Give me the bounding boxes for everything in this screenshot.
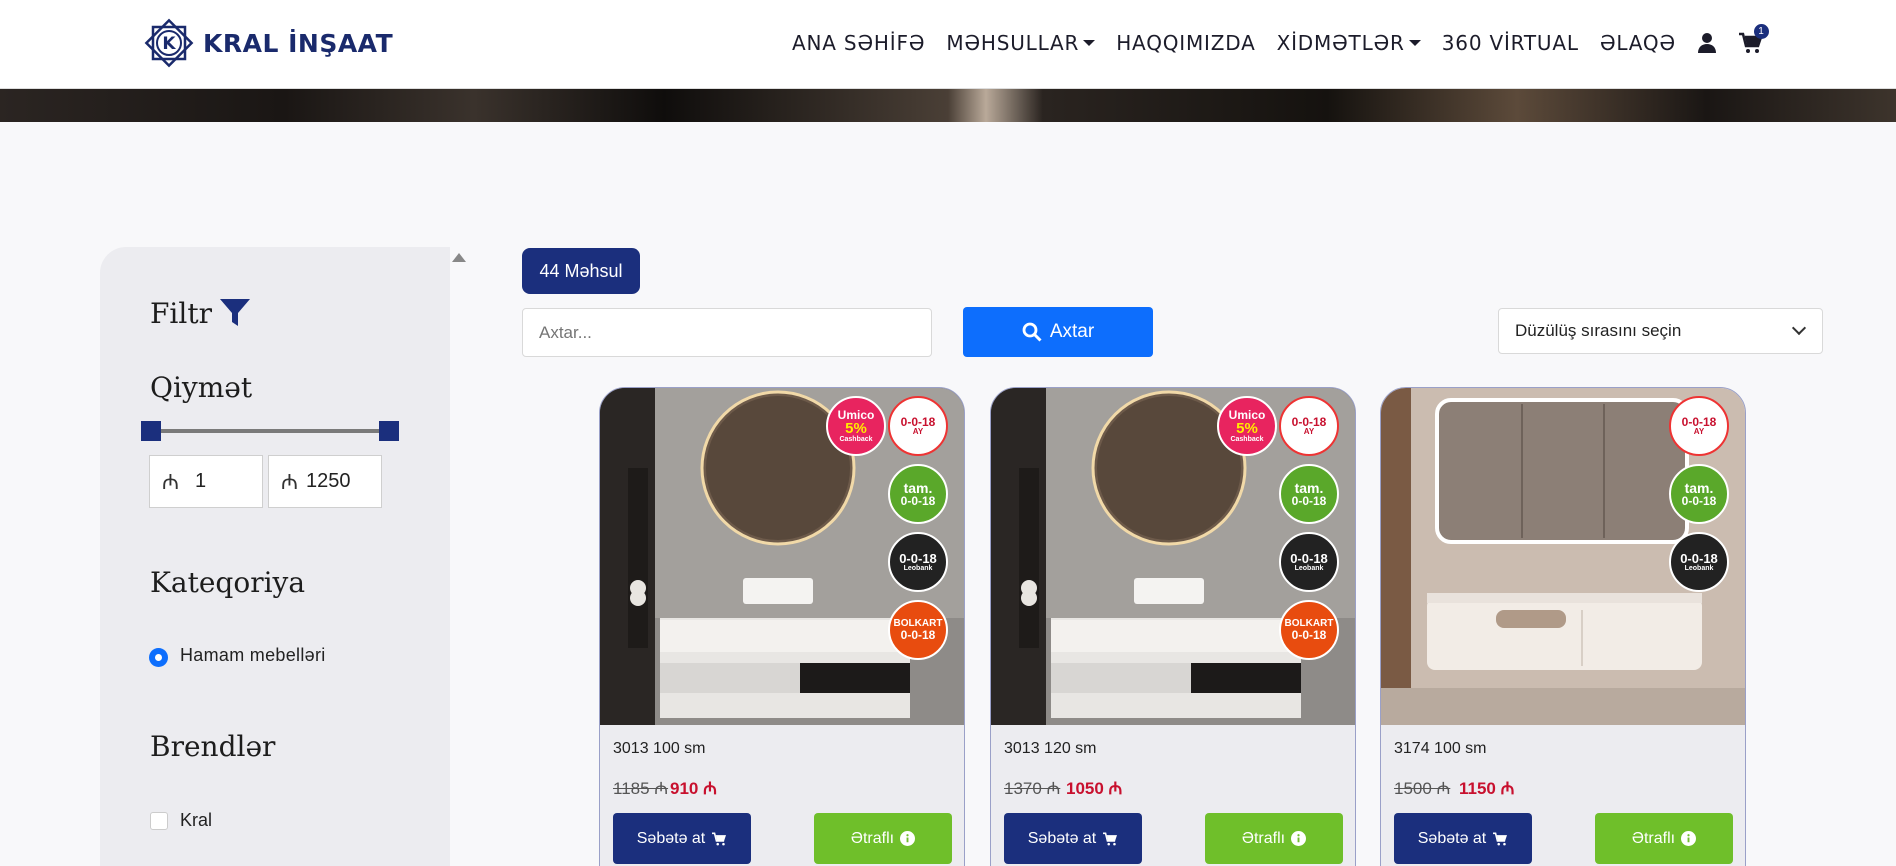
filter-sidebar (100, 247, 450, 866)
price-min-input[interactable]: ₼ 1 (149, 455, 263, 508)
cart-count-badge: 1 (1753, 24, 1769, 39)
bolkart-installment-badge: BOLKART 0-0-18 (888, 600, 948, 660)
nav-services[interactable]: XİDMƏTLƏR (1277, 31, 1421, 55)
add-to-cart-button[interactable]: Səbətə at (1394, 813, 1532, 864)
cart-button[interactable]: 1 (1738, 24, 1769, 54)
leobank-installment-badge: 0-0-18 Leobank (1669, 532, 1729, 592)
product-name[interactable]: 3174 100 sm (1394, 740, 1487, 758)
old-price: 1185 ₼ (613, 779, 669, 798)
nav-products-label: MƏHSULLAR (946, 31, 1080, 55)
sale-price: 1050 ₼ (1066, 779, 1123, 798)
filter-title: Filtr (150, 297, 212, 330)
product-image[interactable]: 0-0-18 AY tam. 0-0-18 0-0-18 Leobank (1381, 388, 1745, 725)
tamkart-installment-badge: tam. 0-0-18 (1279, 464, 1339, 524)
product-name[interactable]: 3013 100 sm (613, 740, 706, 758)
info-icon (900, 831, 916, 846)
bolkart-installment-badge: BOLKART 0-0-18 (1279, 600, 1339, 660)
price-slider-min-handle[interactable] (141, 421, 161, 441)
search-button[interactable]: Axtar (963, 307, 1153, 357)
main-nav: ANA SƏHİFƏ MƏHSULLAR HAQQIMIZDA XİDMƏTLƏ… (792, 24, 1783, 60)
product-card[interactable]: Umico 5% Cashback 0-0-18 AY tam. 0-0-18 … (599, 387, 965, 866)
category-heading: Kateqoriya (150, 566, 306, 599)
sale-price: 1150 ₼ (1459, 779, 1515, 798)
logo-emblem-icon: K (141, 15, 197, 71)
info-icon (1291, 831, 1307, 846)
birkart-installment-badge: 0-0-18 AY (1279, 396, 1339, 456)
currency-icon: ₼ (162, 470, 180, 494)
chevron-down-icon (1791, 320, 1807, 336)
search-input[interactable] (522, 308, 932, 357)
price-slider-track[interactable] (150, 429, 390, 433)
price-min-value: 1 (195, 470, 207, 492)
sort-select-value: Düzülüş sırasını seçin (1515, 321, 1682, 340)
price-max-value: 1250 (306, 470, 351, 492)
category-radio-bathroom-furniture[interactable] (149, 648, 168, 667)
price-slider-max-handle[interactable] (379, 421, 399, 441)
details-button[interactable]: Ətraflı (814, 813, 952, 864)
brand-checkbox-kral[interactable] (150, 812, 168, 830)
hero-banner-strip (0, 89, 1896, 122)
birkart-installment-badge: 0-0-18 AY (888, 396, 948, 456)
nav-home[interactable]: ANA SƏHİFƏ (792, 31, 925, 55)
old-price: 1370 ₼ (1004, 779, 1061, 798)
top-navbar: K KRAL İNŞAAT ANA SƏHİFƏ MƏHSULLAR HAQQI… (0, 0, 1896, 89)
birkart-installment-badge: 0-0-18 AY (1669, 396, 1729, 456)
product-image[interactable]: Umico 5% Cashback 0-0-18 AY tam. 0-0-18 … (991, 388, 1355, 725)
brand-label: Kral (180, 810, 213, 830)
nav-services-label: XİDMƏTLƏR (1276, 31, 1405, 55)
nav-contact[interactable]: ƏLAQƏ (1600, 31, 1676, 55)
product-card[interactable]: Umico 5% Cashback 0-0-18 AY tam. 0-0-18 … (990, 387, 1356, 866)
price-max-input[interactable]: ₼ 1250 (268, 455, 382, 508)
cart-icon (712, 831, 727, 845)
leobank-installment-badge: 0-0-18 Leobank (1279, 532, 1339, 592)
product-count-badge: 44 Məhsul (522, 248, 640, 294)
product-card[interactable]: 0-0-18 AY tam. 0-0-18 0-0-18 Leobank 317… (1380, 387, 1746, 866)
category-label: Hamam mebelləri (180, 645, 326, 665)
details-button[interactable]: Ətraflı (1205, 813, 1343, 864)
cart-icon (1103, 831, 1118, 845)
nav-products[interactable]: MƏHSULLAR (946, 31, 1096, 55)
product-image[interactable]: Umico 5% Cashback 0-0-18 AY tam. 0-0-18 … (600, 388, 964, 725)
tamkart-installment-badge: tam. 0-0-18 (888, 464, 948, 524)
sale-price: 910 ₼ (670, 779, 717, 798)
filter-funnel-icon (220, 299, 250, 326)
old-price: 1500 ₼ (1394, 779, 1451, 798)
details-button[interactable]: Ətraflı (1595, 813, 1733, 864)
user-icon[interactable] (1697, 32, 1717, 54)
brand-name: KRAL İNŞAAT (203, 28, 394, 58)
add-to-cart-button[interactable]: Səbətə at (1004, 813, 1142, 864)
nav-about[interactable]: HAQQIMIZDA (1116, 31, 1255, 55)
add-to-cart-button[interactable]: Səbətə at (613, 813, 751, 864)
brands-heading: Brendlər (150, 730, 276, 763)
leobank-installment-badge: 0-0-18 Leobank (888, 532, 948, 592)
sort-select[interactable]: Düzülüş sırasını seçin (1498, 308, 1823, 354)
umico-cashback-badge: Umico 5% Cashback (826, 396, 886, 456)
tamkart-installment-badge: tam. 0-0-18 (1669, 464, 1729, 524)
info-icon (1681, 831, 1697, 846)
product-name[interactable]: 3013 120 sm (1004, 740, 1097, 758)
cart-icon (1493, 831, 1508, 845)
logo-letter: K (162, 34, 176, 54)
nav-virtual-tour[interactable]: 360 VİRTUAL (1442, 31, 1579, 55)
search-icon (1022, 322, 1042, 342)
currency-icon: ₼ (281, 470, 299, 494)
scroll-up-arrow[interactable] (452, 253, 466, 262)
umico-cashback-badge: Umico 5% Cashback (1217, 396, 1277, 456)
chevron-down-icon (1083, 40, 1096, 46)
price-heading: Qiymət (150, 371, 253, 404)
search-button-label: Axtar (1049, 321, 1095, 342)
site-logo[interactable]: K KRAL İNŞAAT (141, 14, 393, 72)
chevron-down-icon (1408, 40, 1421, 46)
